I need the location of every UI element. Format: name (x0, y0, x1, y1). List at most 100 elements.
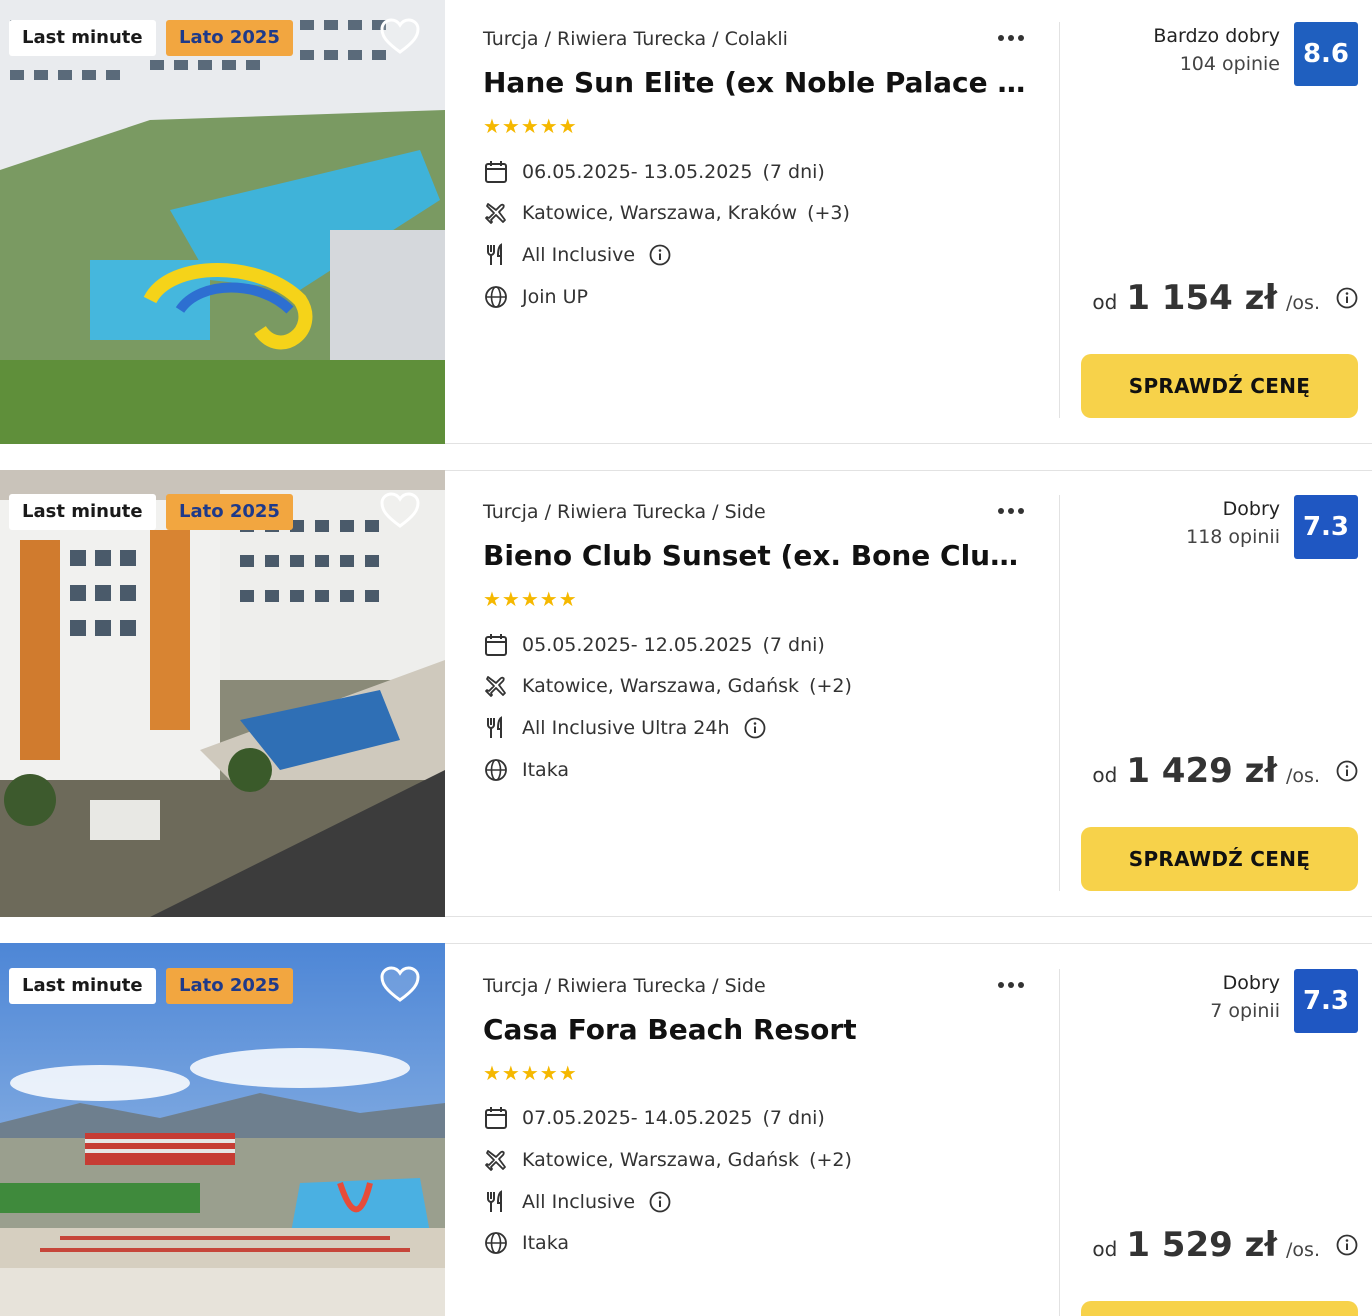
hotel-title[interactable]: Bieno Club Sunset (ex. Bone Club Su… (483, 539, 1031, 572)
departures-text: Katowice, Warszawa, Gdańsk (522, 675, 800, 697)
price-suffix: /os. (1286, 765, 1320, 787)
season-badge: Lato 2025 (166, 20, 293, 56)
plane-icon (483, 1147, 509, 1173)
rating-count[interactable]: 118 opinii (1186, 523, 1280, 551)
check-price-button[interactable]: SPRAWDŹ CENĘ (1081, 827, 1358, 891)
divider (1059, 495, 1060, 891)
calendar-icon (483, 159, 509, 185)
board-text: All Inclusive (522, 244, 636, 266)
divider (1059, 969, 1060, 1316)
rating-label: Dobry (1222, 498, 1280, 520)
departures-more[interactable]: (+2) (809, 675, 852, 697)
heart-icon[interactable] (380, 492, 420, 530)
hotel-title[interactable]: Hane Sun Elite (ex Noble Palace Side) (483, 66, 1031, 99)
info-icon[interactable] (1336, 287, 1358, 309)
price-suffix: /os. (1286, 1239, 1320, 1261)
price-prefix: od (1092, 1237, 1118, 1261)
score-badge: 7.3 (1294, 495, 1358, 559)
offer-card[interactable]: Last minute Lato 2025 Turcja / Riwiera T… (0, 0, 1372, 444)
dates-row: 06.05.2025- 13.05.2025 (7 dni) (483, 158, 825, 186)
heart-icon[interactable] (380, 18, 420, 56)
star-rating: ★★★★★ (483, 114, 578, 138)
card-divider (445, 916, 1372, 917)
rating-block[interactable]: Dobry 7 opinii 7.3 (1210, 969, 1358, 1033)
globe-icon (483, 757, 509, 783)
offer-card[interactable]: Last minute Lato 2025 Turcja / Riwiera T… (0, 470, 1372, 917)
plane-icon (483, 200, 509, 226)
season-badge: Lato 2025 (166, 968, 293, 1004)
score-badge: 8.6 (1294, 22, 1358, 86)
info-icon[interactable] (649, 244, 671, 266)
calendar-icon (483, 632, 509, 658)
board-row: All Inclusive (483, 241, 671, 269)
breadcrumb[interactable]: Turcja / Riwiera Turecka / Side (483, 975, 766, 997)
more-options-icon[interactable] (998, 973, 1032, 997)
board-row: All Inclusive (483, 1188, 671, 1216)
calendar-icon (483, 1105, 509, 1131)
check-price-button[interactable] (1081, 1301, 1358, 1316)
duration-text: (7 dni) (762, 161, 825, 183)
more-options-icon[interactable] (998, 26, 1032, 50)
rating-block[interactable]: Dobry 118 opinii 7.3 (1186, 495, 1358, 559)
check-price-button[interactable]: SPRAWDŹ CENĘ (1081, 354, 1358, 418)
offer-card[interactable]: Last minute Lato 2025 Turcja / Riwiera T… (0, 943, 1372, 1316)
offer-info: Turcja / Riwiera Turecka / Side Bieno Cl… (483, 470, 1043, 917)
star-rating: ★★★★★ (483, 1061, 578, 1085)
rating-count[interactable]: 7 opinii (1210, 997, 1280, 1025)
rating-block[interactable]: Bardzo dobry 104 opinie 8.6 (1153, 22, 1358, 86)
duration-text: (7 dni) (762, 1107, 825, 1129)
star-rating: ★★★★★ (483, 587, 578, 611)
operator-row: Itaka (483, 1229, 569, 1257)
price-suffix: /os. (1286, 292, 1320, 314)
rating-count[interactable]: 104 opinie (1153, 50, 1280, 78)
duration-text: (7 dni) (762, 634, 825, 656)
score-badge: 7.3 (1294, 969, 1358, 1033)
info-icon[interactable] (1336, 760, 1358, 782)
info-icon[interactable] (744, 717, 766, 739)
price-prefix: od (1092, 763, 1118, 787)
heart-icon[interactable] (380, 966, 420, 1004)
info-icon[interactable] (649, 1191, 671, 1213)
breadcrumb[interactable]: Turcja / Riwiera Turecka / Side (483, 501, 766, 523)
departures-more[interactable]: (+3) (807, 202, 850, 224)
cutlery-icon (483, 242, 509, 268)
board-text: All Inclusive Ultra 24h (522, 717, 730, 739)
price-block: od 1 529 zł /os. (1092, 1225, 1358, 1265)
hotel-photo[interactable] (0, 0, 445, 444)
board-text: All Inclusive (522, 1191, 636, 1213)
departures-row: Katowice, Warszawa, Gdańsk (+2) (483, 672, 852, 700)
cutlery-icon (483, 715, 509, 741)
dates-text: 05.05.2025- 12.05.2025 (522, 634, 753, 656)
departures-row: Katowice, Warszawa, Gdańsk (+2) (483, 1146, 852, 1174)
dates-text: 07.05.2025- 14.05.2025 (522, 1107, 753, 1129)
info-icon[interactable] (1336, 1234, 1358, 1256)
card-divider (445, 443, 1372, 444)
dates-row: 05.05.2025- 12.05.2025 (7 dni) (483, 631, 825, 659)
departures-text: Katowice, Warszawa, Kraków (522, 202, 798, 224)
offer-info: Turcja / Riwiera Turecka / Side Casa For… (483, 943, 1043, 1316)
price-prefix: od (1092, 290, 1118, 314)
hotel-title[interactable]: Casa Fora Beach Resort (483, 1013, 1031, 1046)
price-block: od 1 429 zł /os. (1092, 751, 1358, 791)
plane-icon (483, 673, 509, 699)
operator-row: Itaka (483, 756, 569, 784)
departures-more[interactable]: (+2) (809, 1149, 852, 1171)
rating-label: Bardzo dobry (1153, 25, 1280, 47)
operator-row: Join UP (483, 283, 588, 311)
price-amount: 1 529 zł (1126, 1225, 1278, 1265)
season-badge: Lato 2025 (166, 494, 293, 530)
board-row: All Inclusive Ultra 24h (483, 714, 766, 742)
last-minute-badge: Last minute (9, 20, 156, 56)
price-amount: 1 154 zł (1126, 278, 1278, 318)
rating-label: Dobry (1222, 972, 1280, 994)
price-amount: 1 429 zł (1126, 751, 1278, 791)
breadcrumb[interactable]: Turcja / Riwiera Turecka / Colakli (483, 28, 788, 50)
hotel-photo[interactable] (0, 470, 445, 917)
departures-row: Katowice, Warszawa, Kraków (+3) (483, 199, 850, 227)
last-minute-badge: Last minute (9, 968, 156, 1004)
more-options-icon[interactable] (998, 499, 1032, 523)
price-block: od 1 154 zł /os. (1092, 278, 1358, 318)
globe-icon (483, 1230, 509, 1256)
operator-text: Itaka (522, 1232, 570, 1254)
operator-text: Join UP (522, 286, 588, 308)
